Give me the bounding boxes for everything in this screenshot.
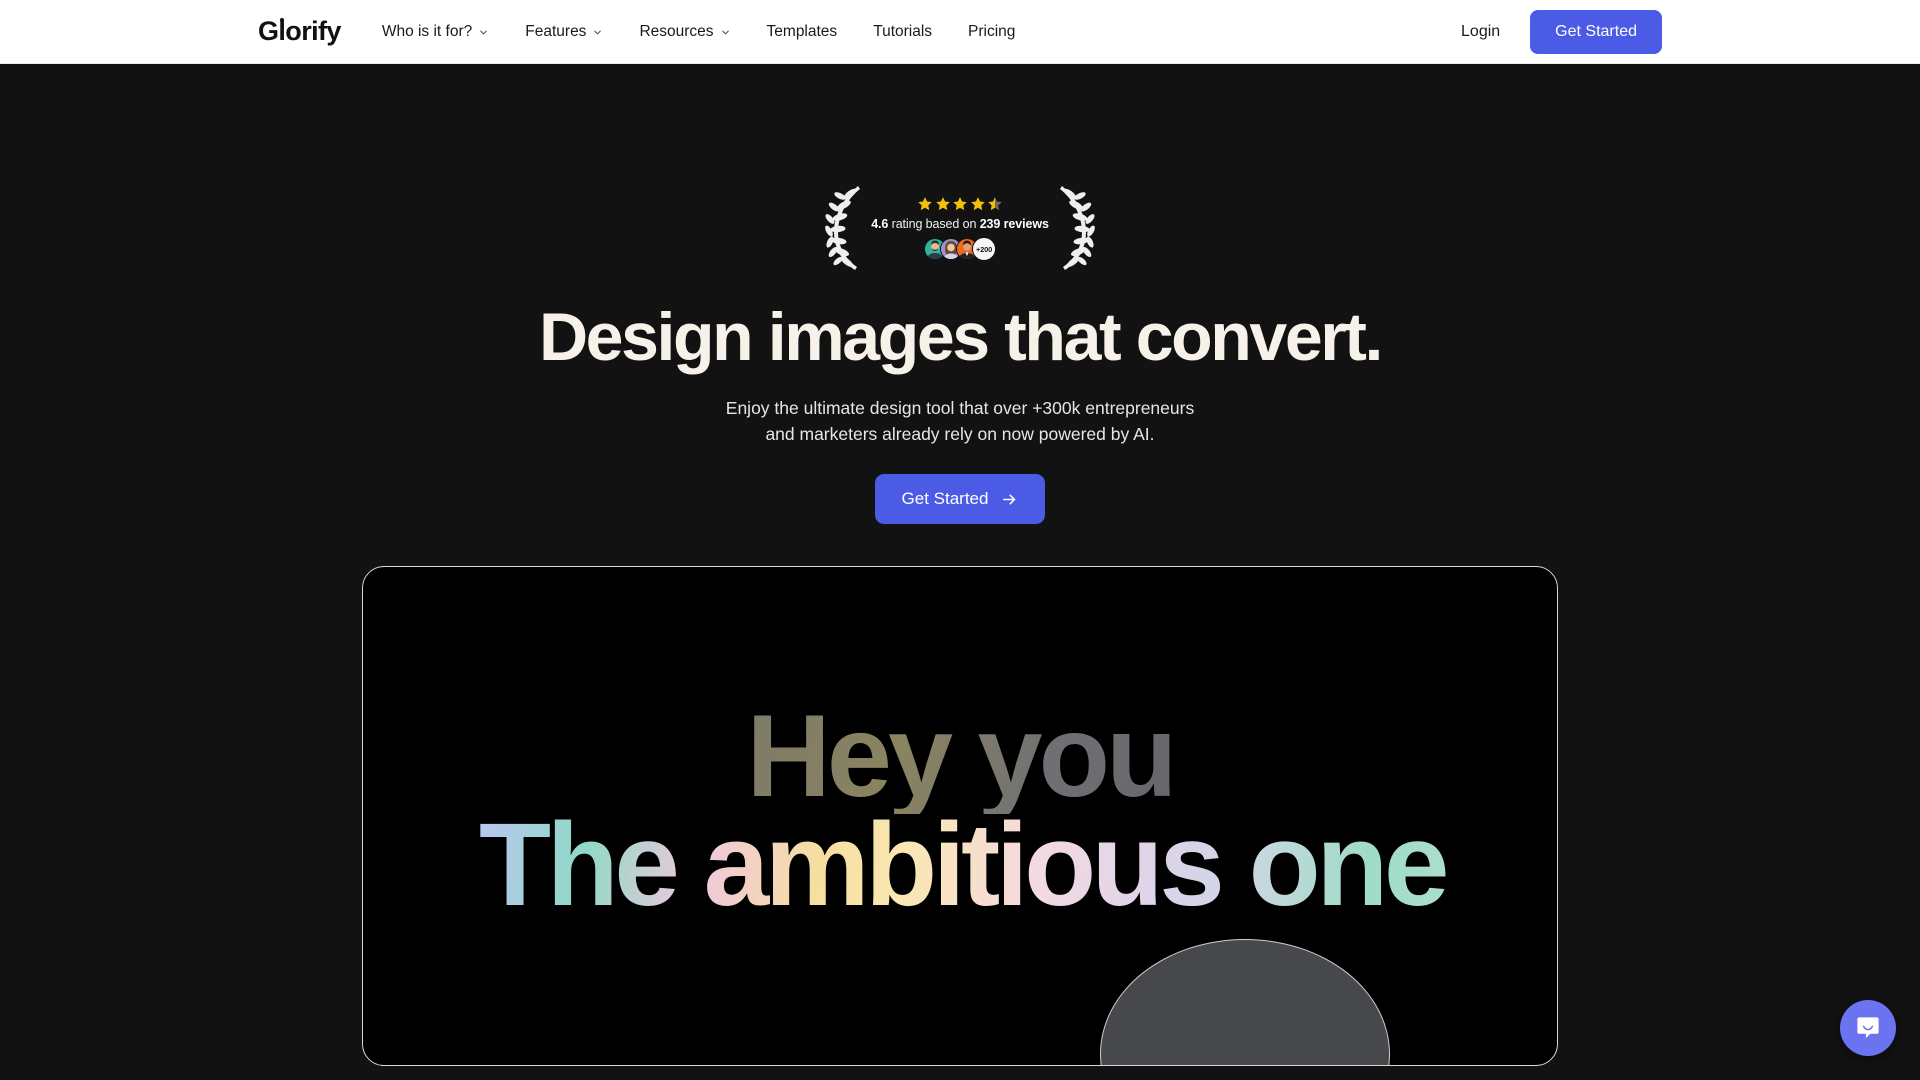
chat-widget-button[interactable] (1840, 1000, 1896, 1056)
preview-text-line-1: Hey you (363, 697, 1557, 814)
brand-logo-dot-icon (279, 17, 284, 22)
hero-subheadline-line-2: and marketers already rely on now powere… (765, 424, 1155, 445)
laurel-wreath-right-icon (1059, 186, 1095, 270)
nav-item-label: Who is it for? (381, 22, 473, 40)
rating-middle-text: rating based on (891, 217, 977, 231)
nav-get-started-button[interactable]: Get Started (1530, 9, 1662, 54)
nav-item-label: Templates (766, 22, 838, 40)
rating-score: 4.6 (871, 217, 889, 231)
hero-subheadline: Enjoy the ultimate design tool that over… (726, 395, 1194, 447)
laurel-wreath-left-icon (825, 186, 861, 270)
nav-item-label: Tutorials (873, 22, 933, 40)
reviewer-avatar-more-count: +200 (972, 237, 996, 261)
top-navigation-bar: Glorify Who is it for? Features Resource… (0, 0, 1920, 64)
nav-actions: Login Get Started (1451, 9, 1662, 54)
rating-text: 4.6 rating based on 239 reviews (871, 217, 1049, 231)
chevron-down-icon (721, 30, 729, 35)
hero-subheadline-line-1: Enjoy the ultimate design tool that over… (725, 398, 1195, 419)
nav-item-who-is-it-for[interactable]: Who is it for? (374, 0, 507, 64)
star-full-icon (918, 197, 932, 211)
brand-logo[interactable]: Glorify (258, 16, 341, 47)
rating-review-count: 239 reviews (979, 217, 1049, 231)
hero-get-started-label: Get Started (901, 489, 989, 509)
nav-item-tutorials[interactable]: Tutorials (855, 0, 950, 64)
login-link[interactable]: Login (1451, 17, 1510, 47)
preview-circle-shape (1100, 939, 1390, 1066)
rating-badge: 4.6 rating based on 239 reviews +200 (825, 180, 1095, 276)
hero-get-started-button[interactable]: Get Started (874, 474, 1046, 525)
nav-item-features[interactable]: Features (507, 0, 621, 64)
chevron-down-icon (594, 30, 602, 35)
nav-item-pricing[interactable]: Pricing (950, 0, 1033, 64)
chevron-down-icon (480, 30, 488, 35)
chat-bubble-icon (1857, 1017, 1879, 1038)
nav-item-label: Features (525, 22, 587, 40)
hero-section: 4.6 rating based on 239 reviews +200 Des… (0, 64, 1920, 1080)
star-rating (917, 195, 1003, 213)
star-half-icon (988, 197, 1002, 211)
star-full-icon (953, 197, 967, 211)
hero-preview-panel[interactable]: Hey you The ambitious one (362, 566, 1558, 1067)
nav-item-label: Pricing (968, 22, 1016, 40)
nav-item-templates[interactable]: Templates (749, 0, 856, 64)
nav-item-label: Resources (639, 22, 714, 40)
preview-canvas: Hey you The ambitious one (363, 567, 1557, 1066)
arrow-right-icon (1003, 494, 1016, 505)
rating-core: 4.6 rating based on 239 reviews +200 (869, 195, 1051, 261)
hero-headline: Design images that convert. (538, 299, 1384, 375)
brand-logo-text: Glorify (258, 16, 341, 46)
preview-text-line-2: The ambitious one (393, 806, 1531, 924)
primary-nav: Who is it for? Features Resources Templa… (374, 0, 1034, 64)
reviewer-avatar-group: +200 (924, 237, 996, 261)
nav-item-resources[interactable]: Resources (621, 0, 748, 64)
star-full-icon (970, 197, 985, 211)
star-full-icon (935, 197, 950, 211)
